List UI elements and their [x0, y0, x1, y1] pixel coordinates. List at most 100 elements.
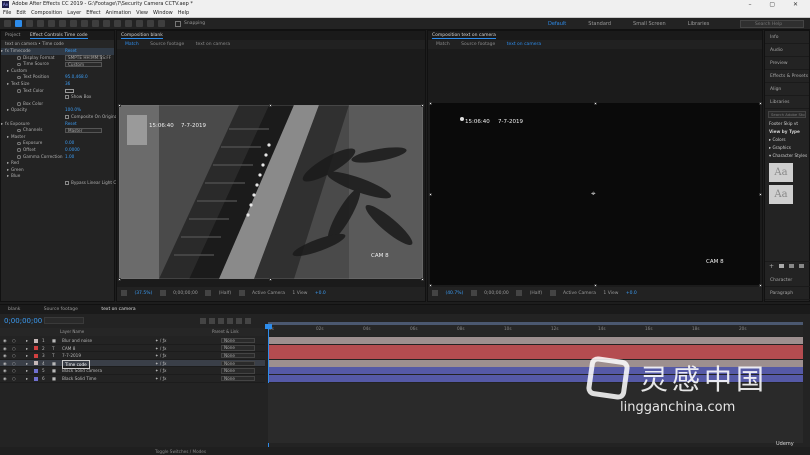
- transform-handle[interactable]: [421, 104, 424, 107]
- menu-window[interactable]: Window: [153, 10, 173, 16]
- panel-audio[interactable]: Audio: [765, 44, 809, 57]
- parent-link-column[interactable]: Parent & Link: [212, 328, 239, 336]
- layer-row[interactable]: ◉ ○ ▸ 1 ■ Blur and noise ✦ / ƒx None: [0, 337, 265, 345]
- disclosure-triangle-icon[interactable]: ▸: [7, 107, 9, 114]
- menu-help[interactable]: Help: [178, 10, 189, 16]
- stopwatch-icon[interactable]: [17, 148, 21, 152]
- subtab-match[interactable]: Match: [436, 42, 450, 47]
- character-style-thumbnail[interactable]: Aa: [769, 163, 793, 182]
- add-icon[interactable]: +: [769, 263, 774, 270]
- label-color-swatch[interactable]: [34, 368, 38, 373]
- magnification-icon[interactable]: [121, 289, 127, 296]
- visibility-eye-icon[interactable]: ◉: [3, 337, 7, 345]
- cloud-icon[interactable]: [779, 264, 784, 268]
- parent-dropdown[interactable]: None: [221, 345, 255, 351]
- disclosure-triangle-icon[interactable]: ▸: [26, 352, 28, 360]
- tab-project[interactable]: Project: [5, 33, 20, 38]
- folder-icon[interactable]: [789, 264, 794, 268]
- menu-composition[interactable]: Composition: [31, 10, 62, 16]
- parent-dropdown[interactable]: None: [221, 360, 255, 367]
- tab-composition-text-on-camera[interactable]: Composition text on camera: [432, 33, 496, 39]
- stopwatch-icon[interactable]: [17, 56, 21, 60]
- transform-handle[interactable]: [759, 193, 762, 196]
- subtab-source-footage[interactable]: Source footage: [461, 42, 495, 47]
- layer-name-column[interactable]: Layer Name: [60, 328, 84, 336]
- viewer-timecode[interactable]: 0;00;00;00: [173, 291, 198, 296]
- label-color-swatch[interactable]: [34, 353, 38, 358]
- workspace-standard[interactable]: Standard: [588, 21, 611, 27]
- window-controls[interactable]: – ▢ ✕: [748, 0, 806, 9]
- layer-duration-bar[interactable]: [268, 337, 803, 344]
- visibility-eye-icon[interactable]: ◉: [3, 345, 7, 353]
- tab-blank[interactable]: blank: [8, 307, 20, 312]
- resolution-dropdown[interactable]: (Half): [530, 291, 543, 296]
- work-area-bar[interactable]: [268, 322, 803, 325]
- clone-tool-icon[interactable]: [125, 20, 132, 27]
- parent-dropdown[interactable]: None: [221, 337, 255, 344]
- home-icon[interactable]: [4, 20, 11, 27]
- disclosure-triangle-icon[interactable]: ▸: [7, 173, 9, 180]
- type-tool-icon[interactable]: [103, 20, 110, 27]
- motion-blur-icon[interactable]: [236, 318, 242, 324]
- transform-handle[interactable]: [269, 278, 272, 281]
- layer-name[interactable]: 7-7-2019: [62, 352, 81, 360]
- effect-property-row[interactable]: ▸ Red: [1, 160, 114, 167]
- libraries-search-input[interactable]: Search Adobe Stock: [768, 111, 806, 118]
- selection-tool-icon[interactable]: [15, 20, 22, 27]
- camera-dropdown[interactable]: Active Camera: [563, 291, 596, 296]
- menu-file[interactable]: File: [3, 10, 11, 16]
- magnification-icon[interactable]: [432, 289, 438, 296]
- tab-source-footage[interactable]: Source footage: [44, 307, 78, 312]
- toggle-switches-modes[interactable]: Toggle Switches / Modes: [155, 447, 206, 455]
- frame-blending-icon[interactable]: [227, 318, 233, 324]
- visibility-eye-icon[interactable]: ◉: [3, 360, 7, 368]
- effect-property-row[interactable]: Composite On Original: [1, 114, 118, 121]
- effect-property-row[interactable]: ▸ Text Size 36: [1, 81, 114, 88]
- effect-property-value[interactable]: 1.00: [65, 154, 74, 161]
- disclosure-triangle-icon[interactable]: ▸: [26, 337, 28, 345]
- puppet-tool-icon[interactable]: [158, 20, 165, 27]
- panel-preview[interactable]: Preview: [765, 57, 809, 70]
- library-name-dropdown[interactable]: Footer Skip vt: [765, 120, 809, 128]
- layer-name[interactable]: Black Solid Time: [62, 375, 96, 383]
- effect-property-row[interactable]: Time Source Custom: [1, 61, 114, 68]
- layer-row[interactable]: ◉ ○ ▸ 2 T CAM 8 ✦ / ƒx None: [0, 345, 265, 353]
- rotate-tool-icon[interactable]: [48, 20, 55, 27]
- layer-name[interactable]: Black Solid camera: [62, 367, 102, 375]
- layer-switches[interactable]: ✦ / ƒx: [155, 337, 167, 345]
- effect-property-row[interactable]: ▸ Green: [1, 167, 114, 174]
- subtab-source-footage[interactable]: Source footage: [150, 42, 184, 47]
- effect-property-row[interactable]: ▸ Custom: [1, 68, 114, 75]
- subtab-text-on-camera[interactable]: text on camera: [196, 42, 230, 47]
- transparency-grid-icon[interactable]: [549, 289, 556, 296]
- layer-switches[interactable]: ✦ / ƒx: [155, 367, 167, 375]
- effect-property-row[interactable]: Gamma Correction 1.00: [1, 154, 114, 161]
- parent-dropdown[interactable]: None: [221, 368, 255, 374]
- transform-handle[interactable]: [594, 102, 597, 105]
- eraser-tool-icon[interactable]: [136, 20, 143, 27]
- checkbox[interactable]: [65, 114, 69, 119]
- rectangle-tool-icon[interactable]: [81, 20, 88, 27]
- effect-property-dropdown[interactable]: SMPTE HH:MM:SS:FF: [65, 55, 111, 61]
- tab-effect-controls[interactable]: Effect Controls Time code: [29, 33, 88, 39]
- menu-animation[interactable]: Animation: [106, 10, 132, 16]
- pen-tool-icon[interactable]: [92, 20, 99, 27]
- effect-property-row[interactable]: Display Format SMPTE HH:MM:SS:FF: [1, 55, 114, 62]
- layer-switches[interactable]: ✦ / ƒx: [155, 375, 167, 383]
- effect-property-row[interactable]: Show Box: [1, 94, 114, 101]
- stopwatch-icon[interactable]: [17, 141, 21, 146]
- disclosure-triangle-icon[interactable]: ▸: [1, 48, 3, 55]
- snapshot-icon[interactable]: [516, 289, 523, 296]
- layer-row[interactable]: ◉ ○ ▸ 3 T 7-7-2019 ✦ / ƒx None: [0, 352, 265, 360]
- effect-property-row[interactable]: ▸ Blue: [1, 173, 114, 180]
- disclosure-triangle-icon[interactable]: ▸: [26, 360, 28, 368]
- grid-view-icon[interactable]: [799, 264, 804, 268]
- effect-property-row[interactable]: ▸ fx Timecode Reset: [1, 48, 114, 55]
- zoom-dropdown[interactable]: (40.7%): [445, 291, 463, 296]
- solo-icon[interactable]: ○: [12, 352, 16, 360]
- disclosure-triangle-icon[interactable]: ▸: [1, 121, 3, 128]
- disclosure-triangle-icon[interactable]: ▸: [7, 68, 9, 75]
- solo-icon[interactable]: ○: [12, 375, 16, 383]
- menu-edit[interactable]: Edit: [16, 10, 26, 16]
- effect-property-row[interactable]: Text Color: [1, 88, 114, 95]
